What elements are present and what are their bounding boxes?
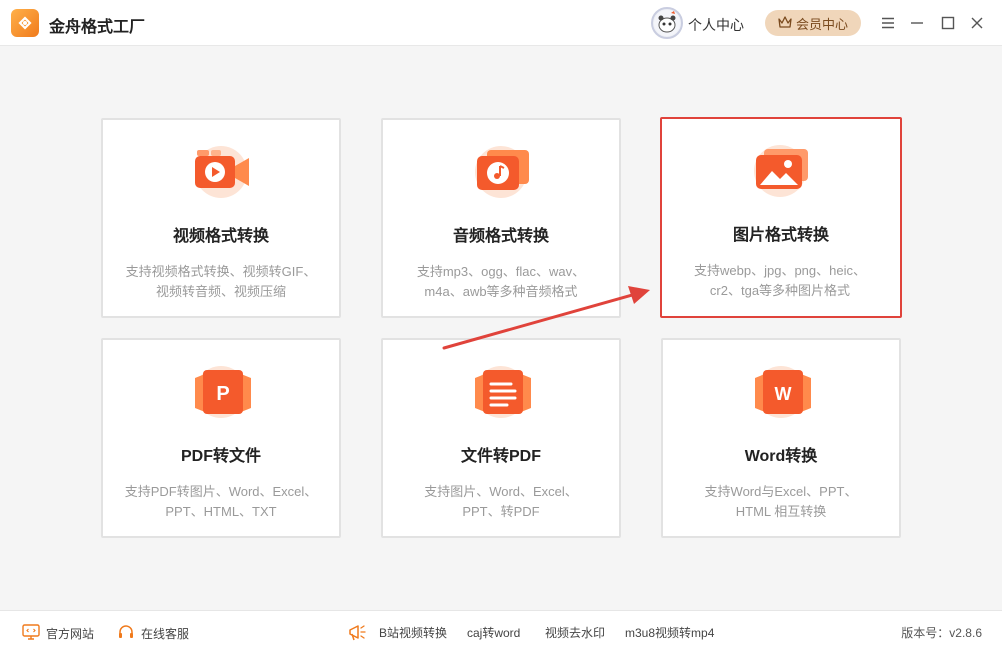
app-title: 金舟格式工厂	[49, 19, 146, 36]
video-icon	[191, 142, 255, 200]
online-service-link[interactable]: 在线客服	[117, 624, 189, 643]
svg-text:P: P	[216, 383, 229, 405]
card-word-convert[interactable]: W Word转换 支持Word与Excel、PPT、 HTML 相互转换	[661, 338, 901, 538]
minimize-icon[interactable]	[907, 13, 927, 33]
card-pdf-to-file[interactable]: P PDF转文件 支持PDF转图片、Word、Excel、 PPT、HTML、T…	[101, 338, 341, 538]
status-bar: 官方网站 在线客服 B站视频转换 caj转word 视频去水印 m3u8视频转m…	[0, 610, 1002, 652]
card-title: 视频格式转换	[172, 228, 269, 245]
card-title: PDF转文件	[180, 448, 261, 465]
headset-icon	[117, 624, 135, 643]
close-icon[interactable]	[967, 13, 987, 33]
pdf-icon: P	[191, 362, 255, 420]
card-description: 支持mp3、ogg、flac、wav、 m4a、awb等多种音频格式	[416, 264, 586, 299]
avatar[interactable]	[651, 7, 683, 39]
maximize-icon[interactable]	[938, 13, 958, 33]
card-video-convert[interactable]: 视频格式转换 支持视频格式转换、视频转GIF、 视频转音频、视频压缩	[101, 118, 341, 318]
svg-text:W: W	[775, 384, 792, 404]
crown-icon	[778, 15, 792, 31]
vip-center-button[interactable]: 会员中心	[765, 10, 861, 36]
card-image-convert[interactable]: 图片格式转换 支持webp、jpg、png、heic、 cr2、tga等多种图片…	[660, 117, 902, 318]
card-description: 支持webp、jpg、png、heic、 cr2、tga等多种图片格式	[694, 263, 866, 298]
card-title: 文件转PDF	[460, 448, 541, 465]
card-file-to-pdf[interactable]: 文件转PDF 支持图片、Word、Excel、 PPT、转PDF	[381, 338, 621, 538]
title-bar: 金舟格式工厂 个人中心 会员中心	[0, 0, 1002, 46]
card-title: 音频格式转换	[452, 228, 549, 245]
app-logo-icon	[11, 9, 39, 37]
card-description: 支持PDF转图片、Word、Excel、 PPT、HTML、TXT	[124, 484, 318, 519]
card-title: Word转换	[744, 448, 818, 465]
footer-link-caj[interactable]: caj转word	[467, 624, 520, 641]
personal-center-link[interactable]: 个人中心	[688, 15, 744, 35]
card-description: 支持图片、Word、Excel、 PPT、转PDF	[424, 484, 578, 519]
card-audio-convert[interactable]: 音频格式转换 支持mp3、ogg、flac、wav、 m4a、awb等多种音频格…	[381, 118, 621, 318]
image-icon	[750, 141, 814, 199]
monitor-icon	[22, 624, 40, 643]
footer-link-bilibili[interactable]: B站视频转换	[379, 624, 447, 641]
music-icon	[471, 142, 535, 200]
card-title: 图片格式转换	[732, 227, 829, 244]
vip-center-label: 会员中心	[795, 16, 848, 32]
menu-icon[interactable]	[878, 13, 898, 33]
official-site-link[interactable]: 官方网站	[22, 624, 94, 643]
card-description: 支持Word与Excel、PPT、 HTML 相互转换	[704, 484, 858, 519]
card-description: 支持视频格式转换、视频转GIF、 视频转音频、视频压缩	[125, 264, 317, 299]
version-label: 版本号：v2.8.6	[901, 626, 982, 640]
word-icon: W	[751, 362, 815, 420]
megaphone-icon	[347, 622, 371, 645]
footer-link-m3u8[interactable]: m3u8视频转mp4	[625, 624, 714, 641]
footer-link-watermark[interactable]: 视频去水印	[545, 624, 605, 641]
document-icon	[471, 362, 535, 420]
